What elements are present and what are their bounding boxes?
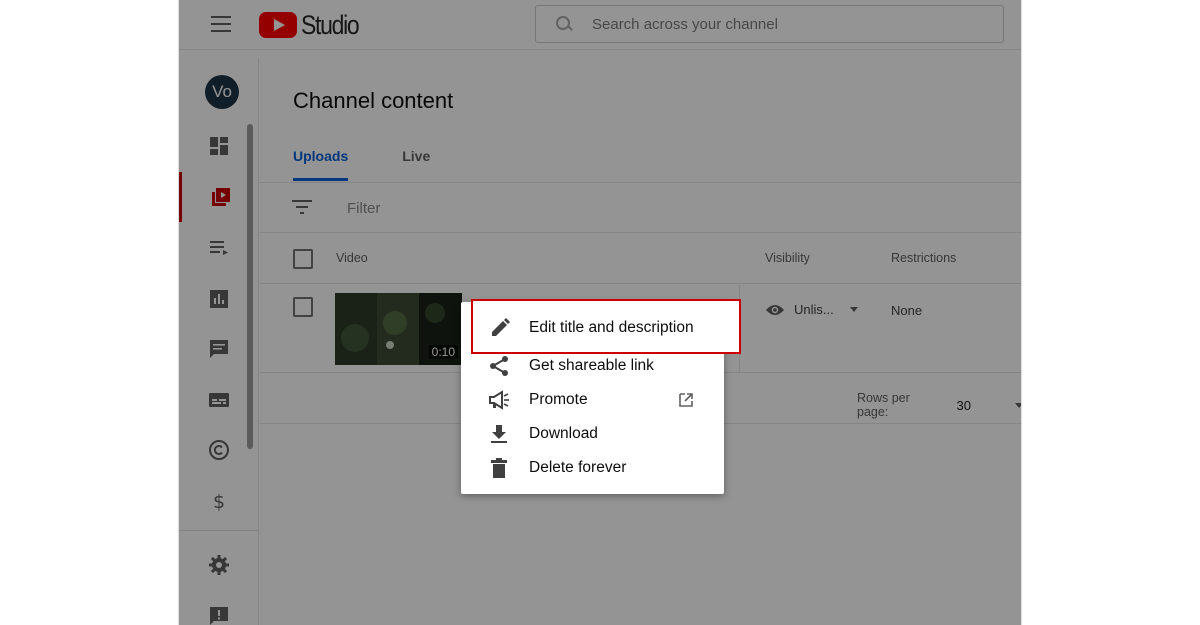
visibility-dropdown[interactable]: Unlis... xyxy=(765,302,858,317)
svg-text:$: $ xyxy=(213,491,225,512)
menu-item-label: Download xyxy=(529,425,598,442)
hamburger-menu-icon[interactable] xyxy=(211,16,231,32)
highlight-box: Edit title and description xyxy=(471,299,741,354)
pencil-icon xyxy=(492,318,510,336)
page-title: Channel content xyxy=(293,88,454,113)
menu-item-promote[interactable]: Promote xyxy=(461,383,724,417)
eye-icon xyxy=(766,304,784,315)
comments-icon xyxy=(210,340,228,358)
download-icon xyxy=(491,425,507,443)
top-bar: Studio xyxy=(179,0,1021,50)
column-video: Video xyxy=(336,251,368,265)
row-checkbox[interactable] xyxy=(293,297,313,317)
monetization-icon: $ xyxy=(213,491,225,512)
sidebar-item-settings[interactable] xyxy=(179,540,259,590)
settings-icon xyxy=(209,555,229,575)
studio-window: Studio Vo xyxy=(178,0,1022,625)
filter-input[interactable]: Filter xyxy=(347,200,380,217)
restrictions-value: None xyxy=(891,303,923,318)
menu-item-download[interactable]: Download xyxy=(461,417,724,451)
sidebar-scrollbar[interactable] xyxy=(247,124,253,449)
sidebar-divider xyxy=(179,530,259,531)
menu-item-label: Promote xyxy=(529,391,588,408)
column-restrictions[interactable]: Restrictions xyxy=(891,251,956,265)
logo-text: Studio xyxy=(301,9,360,40)
trash-icon xyxy=(491,458,507,478)
rows-per-page-label: Rows per page: xyxy=(857,391,910,419)
video-duration: 0:10 xyxy=(428,345,458,359)
menu-item-label: Edit title and description xyxy=(529,319,694,336)
chevron-down-icon[interactable] xyxy=(1015,402,1021,408)
playlists-icon xyxy=(210,241,228,255)
table-header: Video Visibility Restrictions xyxy=(260,234,1021,284)
menu-item-delete-forever[interactable]: Delete forever xyxy=(461,451,724,485)
search-icon[interactable] xyxy=(554,14,574,34)
sidebar-item-feedback[interactable] xyxy=(179,591,259,625)
studio-logo[interactable]: Studio xyxy=(259,10,369,40)
avatar[interactable]: Vo xyxy=(205,75,239,109)
analytics-icon xyxy=(210,290,228,308)
tab-uploads[interactable]: Uploads xyxy=(293,148,349,181)
search-input[interactable] xyxy=(592,15,972,33)
column-visibility[interactable]: Visibility xyxy=(765,251,810,265)
menu-item-label: Get shareable link xyxy=(529,357,654,374)
visibility-value: Unlis... xyxy=(794,302,834,317)
content-icon xyxy=(211,188,230,206)
share-icon xyxy=(490,356,508,376)
tabs: Uploads Live xyxy=(293,148,484,181)
pagination: Rows per page: 30 xyxy=(857,391,1021,419)
feedback-icon xyxy=(210,607,228,625)
sidebar-item-monetization[interactable]: $ xyxy=(179,476,259,526)
filter-icon[interactable] xyxy=(292,200,312,214)
dashboard-icon xyxy=(210,137,228,155)
chevron-down-icon xyxy=(849,307,858,312)
menu-item-get-shareable-link[interactable]: Get shareable link xyxy=(461,349,724,383)
menu-item-label: Delete forever xyxy=(529,459,627,476)
external-link-icon xyxy=(679,393,693,407)
megaphone-icon xyxy=(489,390,509,410)
subtitles-icon xyxy=(209,393,229,407)
tab-live[interactable]: Live xyxy=(402,148,430,181)
video-thumbnail[interactable]: 0:10 xyxy=(335,293,462,365)
sidebar: Vo $ xyxy=(179,58,259,625)
copyright-icon xyxy=(209,440,229,460)
rows-per-page-value[interactable]: 30 xyxy=(957,398,971,413)
menu-item-edit-title-and-description[interactable]: Edit title and description xyxy=(473,316,739,340)
select-all-checkbox[interactable] xyxy=(293,249,313,269)
search-box[interactable] xyxy=(535,5,1004,43)
filter-bar[interactable]: Filter xyxy=(260,183,1021,233)
youtube-play-icon xyxy=(259,12,297,38)
